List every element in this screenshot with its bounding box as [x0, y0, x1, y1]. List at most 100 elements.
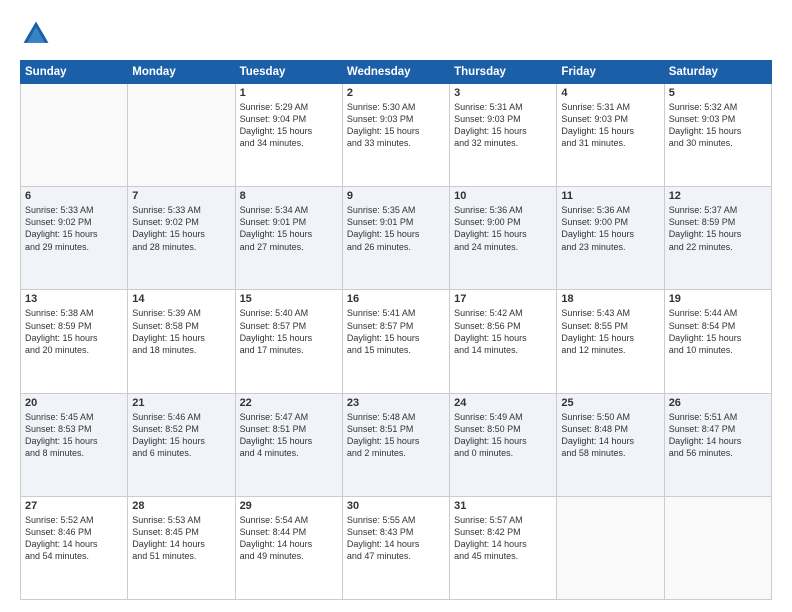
- calendar-cell: 31 Sunrise: 5:57 AM Sunset: 8:42 PM Dayli…: [450, 496, 557, 599]
- calendar-cell: [21, 84, 128, 187]
- day-info: Sunrise: 5:38 AM Sunset: 8:59 PM Dayligh…: [25, 307, 123, 356]
- day-number: 6: [25, 190, 123, 202]
- day-number: 24: [454, 397, 552, 409]
- day-number: 11: [561, 190, 659, 202]
- weekday-header-tuesday: Tuesday: [235, 61, 342, 84]
- calendar-cell: 19 Sunrise: 5:44 AM Sunset: 8:54 PM Dayli…: [664, 290, 771, 393]
- day-number: 19: [669, 293, 767, 305]
- week-row-1: 1 Sunrise: 5:29 AM Sunset: 9:04 PM Daylig…: [21, 84, 772, 187]
- calendar-cell: [128, 84, 235, 187]
- calendar-cell: 25 Sunrise: 5:50 AM Sunset: 8:48 PM Dayli…: [557, 393, 664, 496]
- day-info: Sunrise: 5:35 AM Sunset: 9:01 PM Dayligh…: [347, 204, 445, 253]
- week-row-5: 27 Sunrise: 5:52 AM Sunset: 8:46 PM Dayli…: [21, 496, 772, 599]
- calendar-cell: 21 Sunrise: 5:46 AM Sunset: 8:52 PM Dayli…: [128, 393, 235, 496]
- calendar-cell: 28Sunrise: 5:53 AM Sunset: 8:45 PM Dayli…: [128, 496, 235, 599]
- day-info: Sunrise: 5:44 AM Sunset: 8:54 PM Dayligh…: [669, 307, 767, 356]
- calendar-cell: 3 Sunrise: 5:31 AM Sunset: 9:03 PM Daylig…: [450, 84, 557, 187]
- day-number: 22: [240, 397, 338, 409]
- weekday-header-wednesday: Wednesday: [342, 61, 449, 84]
- calendar-cell: 22 Sunrise: 5:47 AM Sunset: 8:51 PM Dayli…: [235, 393, 342, 496]
- calendar-cell: 18 Sunrise: 5:43 AM Sunset: 8:55 PM Dayli…: [557, 290, 664, 393]
- calendar-cell: 5 Sunrise: 5:32 AM Sunset: 9:03 PM Daylig…: [664, 84, 771, 187]
- day-info: Sunrise: 5:31 AM Sunset: 9:03 PM Dayligh…: [454, 101, 552, 150]
- day-number: 5: [669, 87, 767, 99]
- calendar-cell: 27 Sunrise: 5:52 AM Sunset: 8:46 PM Dayli…: [21, 496, 128, 599]
- day-number: 15: [240, 293, 338, 305]
- weekday-header-sunday: Sunday: [21, 61, 128, 84]
- calendar-cell: 7Sunrise: 5:33 AM Sunset: 9:02 PM Daylig…: [128, 187, 235, 290]
- week-row-4: 20 Sunrise: 5:45 AM Sunset: 8:53 PM Dayli…: [21, 393, 772, 496]
- day-info: Sunrise: 5:29 AM Sunset: 9:04 PM Dayligh…: [240, 101, 338, 150]
- logo: [20, 18, 56, 50]
- day-info: Sunrise: 5:31 AM Sunset: 9:03 PM Dayligh…: [561, 101, 659, 150]
- day-number: 12: [669, 190, 767, 202]
- day-number: 27: [25, 500, 123, 512]
- week-row-3: 13Sunrise: 5:38 AM Sunset: 8:59 PM Dayli…: [21, 290, 772, 393]
- logo-icon: [20, 18, 52, 50]
- day-number: 9: [347, 190, 445, 202]
- calendar-cell: 6Sunrise: 5:33 AM Sunset: 9:02 PM Daylig…: [21, 187, 128, 290]
- page: SundayMondayTuesdayWednesdayThursdayFrid…: [0, 0, 792, 612]
- day-number: 18: [561, 293, 659, 305]
- day-info: Sunrise: 5:45 AM Sunset: 8:53 PM Dayligh…: [25, 411, 123, 460]
- day-number: 26: [669, 397, 767, 409]
- day-info: Sunrise: 5:37 AM Sunset: 8:59 PM Dayligh…: [669, 204, 767, 253]
- day-number: 21: [132, 397, 230, 409]
- day-number: 23: [347, 397, 445, 409]
- day-info: Sunrise: 5:42 AM Sunset: 8:56 PM Dayligh…: [454, 307, 552, 356]
- header: [20, 18, 772, 50]
- day-number: 10: [454, 190, 552, 202]
- calendar-cell: 30Sunrise: 5:55 AM Sunset: 8:43 PM Dayli…: [342, 496, 449, 599]
- day-number: 30: [347, 500, 445, 512]
- calendar-cell: 16Sunrise: 5:41 AM Sunset: 8:57 PM Dayli…: [342, 290, 449, 393]
- day-info: Sunrise: 5:52 AM Sunset: 8:46 PM Dayligh…: [25, 514, 123, 563]
- day-number: 31: [454, 500, 552, 512]
- day-number: 14: [132, 293, 230, 305]
- calendar-cell: 29Sunrise: 5:54 AM Sunset: 8:44 PM Dayli…: [235, 496, 342, 599]
- calendar-cell: 17 Sunrise: 5:42 AM Sunset: 8:56 PM Dayli…: [450, 290, 557, 393]
- calendar-cell: [664, 496, 771, 599]
- weekday-header-friday: Friday: [557, 61, 664, 84]
- day-number: 29: [240, 500, 338, 512]
- day-info: Sunrise: 5:50 AM Sunset: 8:48 PM Dayligh…: [561, 411, 659, 460]
- day-info: Sunrise: 5:34 AM Sunset: 9:01 PM Dayligh…: [240, 204, 338, 253]
- calendar-cell: 20 Sunrise: 5:45 AM Sunset: 8:53 PM Dayli…: [21, 393, 128, 496]
- calendar-cell: 12 Sunrise: 5:37 AM Sunset: 8:59 PM Dayli…: [664, 187, 771, 290]
- day-number: 3: [454, 87, 552, 99]
- calendar-cell: 1 Sunrise: 5:29 AM Sunset: 9:04 PM Daylig…: [235, 84, 342, 187]
- calendar-cell: 23 Sunrise: 5:48 AM Sunset: 8:51 PM Dayli…: [342, 393, 449, 496]
- day-number: 17: [454, 293, 552, 305]
- weekday-header-saturday: Saturday: [664, 61, 771, 84]
- day-info: Sunrise: 5:46 AM Sunset: 8:52 PM Dayligh…: [132, 411, 230, 460]
- calendar-cell: 11 Sunrise: 5:36 AM Sunset: 9:00 PM Dayli…: [557, 187, 664, 290]
- day-number: 4: [561, 87, 659, 99]
- calendar-table: SundayMondayTuesdayWednesdayThursdayFrid…: [20, 60, 772, 600]
- day-number: 8: [240, 190, 338, 202]
- day-info: Sunrise: 5:51 AM Sunset: 8:47 PM Dayligh…: [669, 411, 767, 460]
- day-info: Sunrise: 5:32 AM Sunset: 9:03 PM Dayligh…: [669, 101, 767, 150]
- day-info: Sunrise: 5:36 AM Sunset: 9:00 PM Dayligh…: [561, 204, 659, 253]
- day-number: 2: [347, 87, 445, 99]
- calendar-cell: 14 Sunrise: 5:39 AM Sunset: 8:58 PM Dayli…: [128, 290, 235, 393]
- day-info: Sunrise: 5:36 AM Sunset: 9:00 PM Dayligh…: [454, 204, 552, 253]
- calendar-cell: 2Sunrise: 5:30 AM Sunset: 9:03 PM Daylig…: [342, 84, 449, 187]
- day-info: Sunrise: 5:48 AM Sunset: 8:51 PM Dayligh…: [347, 411, 445, 460]
- week-row-2: 6Sunrise: 5:33 AM Sunset: 9:02 PM Daylig…: [21, 187, 772, 290]
- calendar-cell: 26 Sunrise: 5:51 AM Sunset: 8:47 PM Dayli…: [664, 393, 771, 496]
- weekday-header-row: SundayMondayTuesdayWednesdayThursdayFrid…: [21, 61, 772, 84]
- calendar-cell: 15Sunrise: 5:40 AM Sunset: 8:57 PM Dayli…: [235, 290, 342, 393]
- day-info: Sunrise: 5:43 AM Sunset: 8:55 PM Dayligh…: [561, 307, 659, 356]
- day-info: Sunrise: 5:39 AM Sunset: 8:58 PM Dayligh…: [132, 307, 230, 356]
- calendar-cell: 13Sunrise: 5:38 AM Sunset: 8:59 PM Dayli…: [21, 290, 128, 393]
- day-number: 25: [561, 397, 659, 409]
- day-info: Sunrise: 5:47 AM Sunset: 8:51 PM Dayligh…: [240, 411, 338, 460]
- calendar-cell: [557, 496, 664, 599]
- day-info: Sunrise: 5:49 AM Sunset: 8:50 PM Dayligh…: [454, 411, 552, 460]
- calendar-cell: 9 Sunrise: 5:35 AM Sunset: 9:01 PM Daylig…: [342, 187, 449, 290]
- calendar-cell: 24 Sunrise: 5:49 AM Sunset: 8:50 PM Dayli…: [450, 393, 557, 496]
- calendar-cell: 10 Sunrise: 5:36 AM Sunset: 9:00 PM Dayli…: [450, 187, 557, 290]
- day-info: Sunrise: 5:57 AM Sunset: 8:42 PM Dayligh…: [454, 514, 552, 563]
- day-number: 7: [132, 190, 230, 202]
- day-number: 1: [240, 87, 338, 99]
- day-number: 20: [25, 397, 123, 409]
